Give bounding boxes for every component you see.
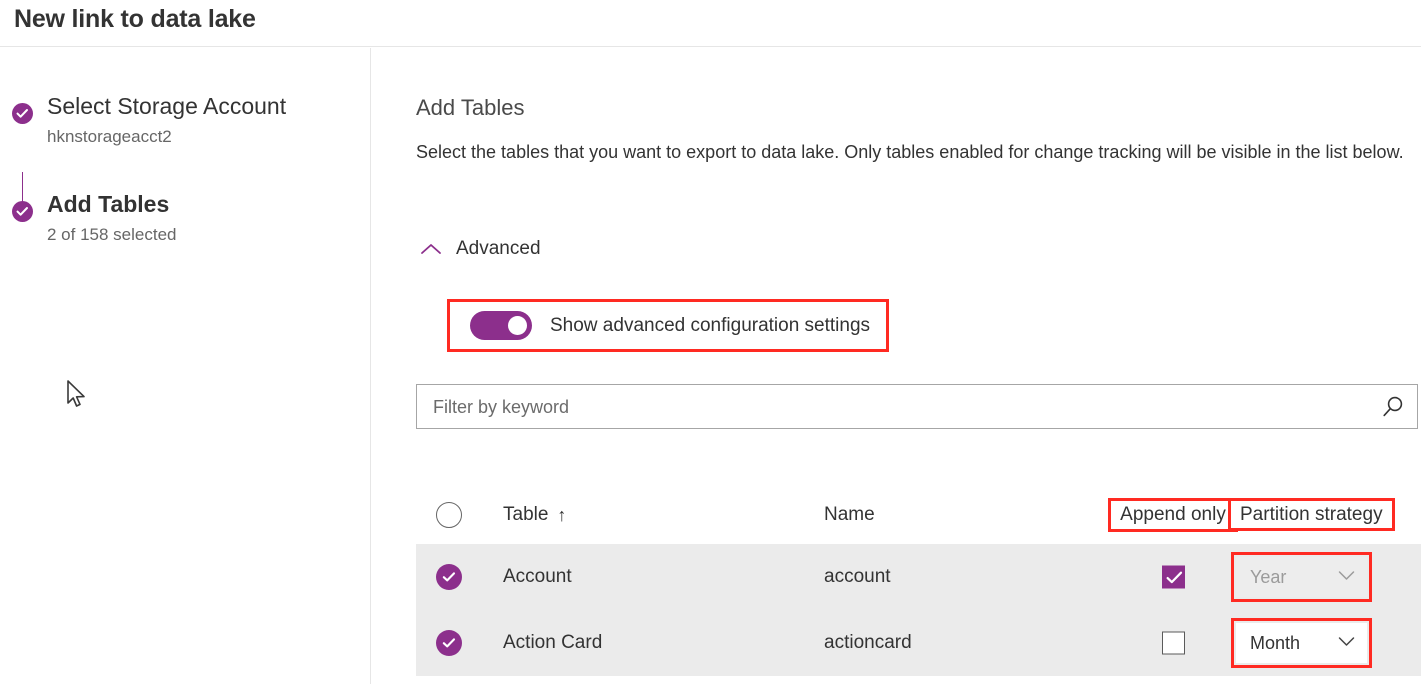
- column-header-table-label: Table: [503, 504, 548, 526]
- chevron-down-icon: [1338, 570, 1355, 581]
- append-only-checkbox[interactable]: [1162, 632, 1185, 655]
- row-select-cell: [436, 564, 462, 590]
- advanced-section-label: Advanced: [456, 238, 541, 260]
- chevron-up-icon: [420, 242, 442, 256]
- row-partition-strategy-cell: Year: [1231, 552, 1372, 602]
- check-circle-icon: [12, 201, 33, 222]
- partition-strategy-value: Year: [1250, 567, 1286, 588]
- partition-strategy-annotation-box: Month: [1231, 618, 1372, 668]
- column-header-partition-strategy[interactable]: Partition strategy: [1228, 498, 1395, 531]
- row-logical-name: actioncard: [824, 632, 912, 654]
- show-advanced-configuration-row[interactable]: Show advanced configuration settings: [450, 302, 886, 349]
- filter-by-keyword-box[interactable]: [416, 384, 1418, 429]
- tables-grid: Table ↑ Name Append only Partition strat…: [416, 486, 1421, 676]
- advanced-section-toggle[interactable]: Advanced: [420, 234, 541, 264]
- row-append-only-cell: [1093, 632, 1253, 655]
- wizard-step-subtitle: hknstorageacct2: [47, 127, 172, 147]
- section-description: Select the tables that you want to expor…: [416, 137, 1416, 168]
- sort-ascending-icon: ↑: [557, 505, 566, 526]
- advanced-settings-annotation-box: Show advanced configuration settings: [447, 299, 889, 352]
- column-header-name[interactable]: Name: [824, 504, 875, 526]
- row-append-only-cell: [1093, 566, 1253, 589]
- column-header-append-only[interactable]: Append only: [1108, 498, 1238, 532]
- row-select-cell: [436, 630, 462, 656]
- row-logical-name: account: [824, 566, 891, 588]
- row-table-name: Action Card: [503, 632, 602, 654]
- wizard-step-title: Select Storage Account: [47, 93, 286, 120]
- partition-strategy-dropdown: Year: [1236, 557, 1367, 597]
- row-selected-check-icon[interactable]: [436, 630, 462, 656]
- row-partition-strategy-cell: Month: [1231, 618, 1372, 668]
- show-advanced-configuration-label: Show advanced configuration settings: [550, 315, 870, 337]
- check-circle-icon: [12, 103, 33, 124]
- wizard-step-title: Add Tables: [47, 191, 169, 218]
- search-icon[interactable]: [1381, 395, 1405, 419]
- partition-strategy-dropdown[interactable]: Month: [1236, 623, 1367, 663]
- select-all-circle-icon[interactable]: [436, 502, 462, 528]
- wizard-steps-panel: Select Storage Account hknstorageacct2 A…: [0, 48, 371, 684]
- title-bar: New link to data lake: [0, 0, 1421, 47]
- partition-strategy-annotation-box: Year: [1231, 552, 1372, 602]
- toggle-knob: [508, 316, 527, 335]
- page-title: New link to data lake: [14, 5, 256, 34]
- wizard-step-subtitle: 2 of 158 selected: [47, 225, 176, 245]
- chevron-down-icon: [1338, 636, 1355, 647]
- table-row[interactable]: Account account Year: [416, 544, 1421, 610]
- column-header-table[interactable]: Table ↑: [503, 504, 566, 526]
- section-title: Add Tables: [416, 95, 524, 121]
- mouse-cursor-icon: [66, 380, 88, 410]
- partition-strategy-value: Month: [1250, 633, 1300, 654]
- row-table-name: Account: [503, 566, 572, 588]
- filter-search-input[interactable]: [431, 385, 1355, 430]
- select-all-cell: [436, 502, 462, 528]
- table-row[interactable]: Action Card actioncard Month: [416, 610, 1421, 676]
- tables-grid-header: Table ↑ Name Append only Partition strat…: [416, 486, 1421, 544]
- column-header-partition-strategy-cell: Partition strategy: [1228, 504, 1395, 526]
- row-selected-check-icon[interactable]: [436, 564, 462, 590]
- show-advanced-configuration-toggle[interactable]: [470, 311, 532, 340]
- append-only-checkbox[interactable]: [1162, 566, 1185, 589]
